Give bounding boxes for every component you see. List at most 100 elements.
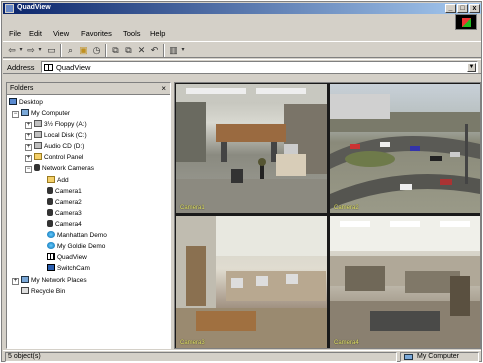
tree-item-camera2[interactable]: Camera2 bbox=[47, 198, 82, 208]
undo-icon[interactable]: ↶ bbox=[149, 45, 160, 56]
copy-to-icon[interactable]: ⧉ bbox=[123, 45, 134, 56]
menu-file[interactable]: File bbox=[9, 29, 21, 38]
folders-title: Folders bbox=[10, 85, 34, 92]
tree-item-local-disk[interactable]: Local Disk (C:) bbox=[34, 131, 87, 141]
status-zone: My Computer bbox=[400, 352, 479, 362]
toolbar-separator bbox=[60, 44, 62, 57]
menu-help[interactable]: Help bbox=[150, 29, 165, 38]
back-icon[interactable]: ⇦ bbox=[7, 45, 17, 56]
expand-toggle[interactable]: + bbox=[25, 122, 32, 129]
globe-icon bbox=[47, 242, 55, 249]
address-field[interactable]: QuadView ▼ bbox=[41, 61, 478, 73]
tree-item-manhattan-demo[interactable]: Manhattan Demo bbox=[47, 231, 107, 241]
minimize-button[interactable]: _ bbox=[445, 4, 456, 13]
folders-header: Folders × bbox=[7, 83, 170, 95]
forward-icon[interactable]: ⇨ bbox=[26, 45, 36, 56]
maximize-button[interactable]: □ bbox=[457, 4, 468, 13]
globe-icon bbox=[47, 231, 55, 238]
address-dropdown-icon[interactable]: ▼ bbox=[467, 63, 476, 72]
quadview-icon bbox=[44, 64, 53, 71]
switchcam-icon bbox=[47, 264, 55, 271]
camera-feed-3[interactable]: Camera3 bbox=[176, 216, 327, 348]
views-icon[interactable]: ▥ bbox=[168, 45, 179, 56]
tree-item-quadview[interactable]: QuadView bbox=[47, 253, 87, 263]
toolbar-separator bbox=[163, 44, 165, 57]
collapse-toggle[interactable]: − bbox=[25, 166, 32, 173]
back-dropdown-icon[interactable]: ▾ bbox=[18, 45, 24, 56]
toolbar: ⇦ ▾ ⇨ ▾ ▭ ⌕ ▣ ◷ ⧉ ⧉ ✕ ↶ ▥ ▾ bbox=[3, 41, 481, 58]
explorer-window: QuadView _ □ x File Edit View Favorites … bbox=[1, 1, 482, 362]
tree-item-floppy[interactable]: 3½ Floppy (A:) bbox=[34, 120, 87, 130]
address-label: Address bbox=[7, 63, 35, 72]
drive-icon bbox=[34, 131, 42, 138]
tree-item-network-places[interactable]: My Network Places bbox=[21, 276, 87, 286]
history-icon[interactable]: ◷ bbox=[91, 45, 102, 56]
cd-icon bbox=[34, 142, 42, 149]
network-icon bbox=[21, 276, 29, 283]
tree-item-camera3[interactable]: Camera3 bbox=[47, 209, 82, 219]
tree-item-my-computer[interactable]: My Computer bbox=[21, 109, 70, 119]
expand-toggle[interactable]: + bbox=[25, 133, 32, 140]
camera-feed-4[interactable]: Camera4 bbox=[330, 216, 480, 348]
folders-icon[interactable]: ▣ bbox=[78, 45, 89, 56]
camera-label: Camera1 bbox=[180, 205, 205, 211]
expand-toggle[interactable]: + bbox=[12, 278, 19, 285]
status-bar: 5 object(s) My Computer bbox=[3, 350, 481, 362]
camera-folder-icon bbox=[34, 164, 40, 171]
floppy-icon bbox=[34, 120, 42, 127]
status-object-count: 5 object(s) bbox=[5, 352, 397, 362]
tree-item-camera4[interactable]: Camera4 bbox=[47, 220, 82, 230]
folder-icon bbox=[47, 176, 55, 183]
tree-item-control-panel[interactable]: Control Panel bbox=[34, 153, 83, 163]
recycle-bin-icon bbox=[21, 287, 29, 294]
windows-logo-icon bbox=[455, 14, 477, 30]
office-scene bbox=[176, 84, 327, 213]
computer-icon bbox=[404, 354, 413, 360]
move-to-icon[interactable]: ⧉ bbox=[110, 45, 121, 56]
folder-icon bbox=[34, 153, 42, 160]
views-dropdown-icon[interactable]: ▾ bbox=[180, 45, 186, 56]
status-zone-label: My Computer bbox=[417, 353, 460, 360]
forward-dropdown-icon[interactable]: ▾ bbox=[37, 45, 43, 56]
menu-favorites[interactable]: Favorites bbox=[81, 29, 112, 38]
computer-icon bbox=[21, 109, 29, 116]
tree-item-audio-cd[interactable]: Audio CD (D:) bbox=[34, 142, 84, 152]
folder-tree: Desktop − My Computer + 3½ Floppy (A:) +… bbox=[7, 96, 170, 348]
toolbar-separator bbox=[105, 44, 107, 57]
tree-item-recycle-bin[interactable]: Recycle Bin bbox=[21, 287, 65, 297]
camera-feed-1[interactable]: Camera1 bbox=[176, 84, 327, 213]
expand-toggle[interactable]: + bbox=[25, 155, 32, 162]
tree-item-goldie-demo[interactable]: My Goldie Demo bbox=[47, 242, 105, 252]
menu-edit[interactable]: Edit bbox=[29, 29, 42, 38]
open-office-scene bbox=[330, 216, 480, 348]
tree-item-add[interactable]: Add bbox=[47, 176, 69, 186]
app-icon bbox=[5, 4, 14, 13]
delete-icon[interactable]: ✕ bbox=[136, 45, 147, 56]
quadview-panel: Camera1 Camera2 Camera3 Camera4 bbox=[174, 82, 481, 349]
quadview-icon bbox=[47, 253, 55, 260]
camera-feed-2[interactable]: Camera2 bbox=[330, 84, 480, 213]
menu-bar: File Edit View Favorites Tools Help bbox=[3, 27, 481, 40]
menu-tools[interactable]: Tools bbox=[123, 29, 141, 38]
parking-lot-scene bbox=[330, 94, 480, 209]
camera-icon bbox=[47, 220, 53, 227]
window-title: QuadView bbox=[17, 4, 51, 11]
address-value[interactable]: QuadView bbox=[56, 63, 90, 72]
expand-toggle[interactable]: + bbox=[25, 144, 32, 151]
camera-icon bbox=[47, 187, 53, 194]
close-button[interactable]: x bbox=[469, 4, 480, 13]
tree-item-switchcam[interactable]: SwitchCam bbox=[47, 264, 90, 274]
collapse-toggle[interactable]: − bbox=[12, 111, 19, 118]
tree-item-desktop[interactable]: Desktop bbox=[9, 98, 43, 108]
search-icon[interactable]: ⌕ bbox=[65, 45, 76, 56]
title-bar: QuadView _ □ x bbox=[3, 3, 481, 14]
camera-icon bbox=[47, 209, 53, 216]
tree-item-network-cameras[interactable]: Network Cameras bbox=[34, 164, 94, 174]
up-folder-icon[interactable]: ▭ bbox=[46, 45, 57, 56]
folders-close-icon[interactable]: × bbox=[161, 84, 166, 93]
camera-label: Camera3 bbox=[180, 340, 205, 346]
camera-label: Camera2 bbox=[334, 205, 359, 211]
menu-view[interactable]: View bbox=[53, 29, 69, 38]
tree-item-camera1[interactable]: Camera1 bbox=[47, 187, 82, 197]
desktop-icon bbox=[9, 98, 17, 105]
